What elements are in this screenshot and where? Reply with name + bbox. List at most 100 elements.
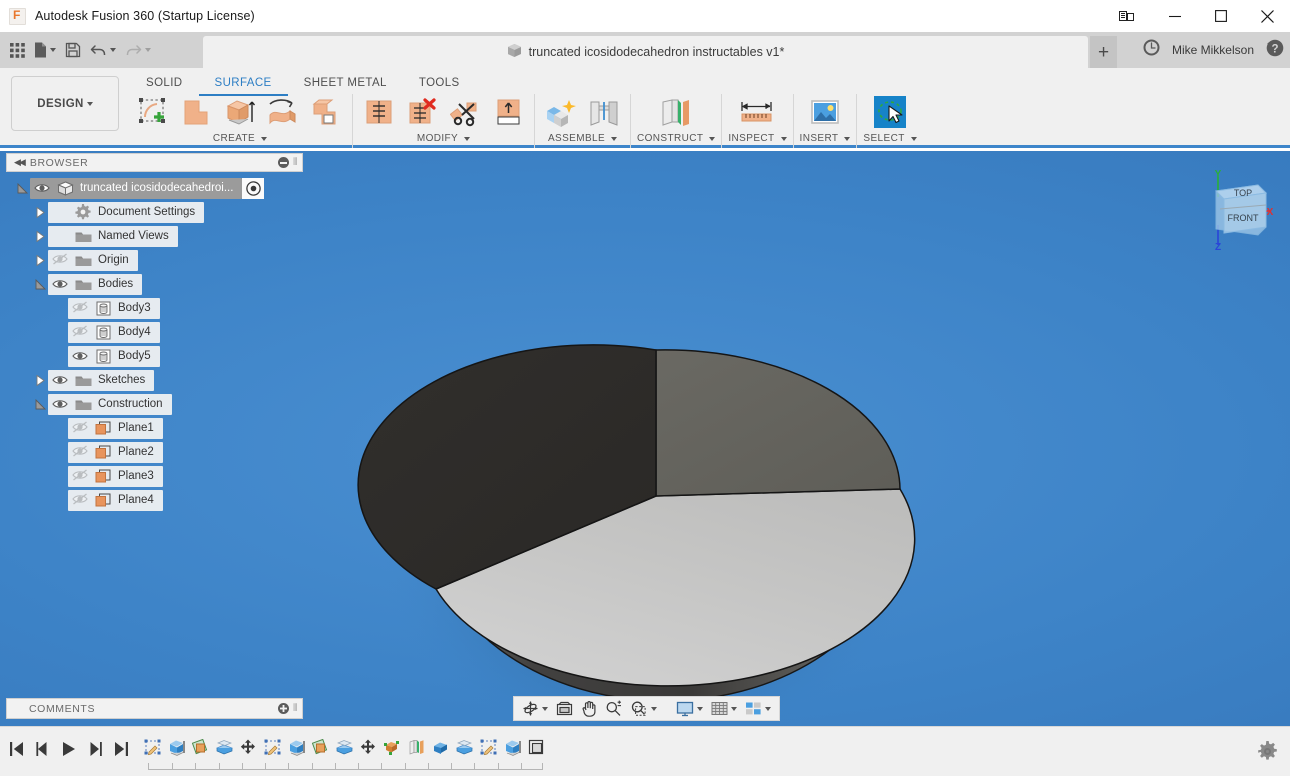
- visibility-off-icon[interactable]: [48, 252, 72, 269]
- document-tab[interactable]: truncated icosidodecahedron instructable…: [203, 36, 1088, 68]
- timeline-feature-12[interactable]: [404, 734, 428, 760]
- patch-icon[interactable]: [177, 95, 217, 131]
- browser-node-construction[interactable]: Construction: [6, 392, 303, 416]
- timeline-feature-2[interactable]: [164, 734, 188, 760]
- sweep-icon[interactable]: [306, 95, 346, 131]
- extrude-icon[interactable]: [220, 95, 260, 131]
- timeline-feature-5[interactable]: [236, 734, 260, 760]
- chevron-down-icon[interactable]: [697, 707, 703, 711]
- create-sketch-icon[interactable]: [134, 95, 174, 131]
- browser-node-document-settings[interactable]: Document Settings: [6, 200, 303, 224]
- resize-grip-icon[interactable]: ⦀: [293, 703, 298, 714]
- browser-node-plane3[interactable]: Plane3: [6, 464, 303, 488]
- insert-image-icon[interactable]: [805, 95, 845, 131]
- chevron-down-icon[interactable]: [651, 707, 657, 711]
- browser-node-row[interactable]: Plane4: [68, 490, 163, 511]
- browser-node-plane2[interactable]: Plane2: [6, 440, 303, 464]
- browser-node-body4[interactable]: Body4: [6, 320, 303, 344]
- browser-node-body5[interactable]: Body5: [6, 344, 303, 368]
- browser-node-plane4[interactable]: Plane4: [6, 488, 303, 512]
- visibility-on-icon[interactable]: [68, 349, 92, 363]
- chevron-down-icon[interactable]: [911, 137, 917, 141]
- browser-node-row[interactable]: Body4: [68, 322, 160, 343]
- maximize-button[interactable]: [1198, 0, 1244, 32]
- collapse-twisty-icon[interactable]: [14, 183, 30, 194]
- chevron-down-icon[interactable]: [844, 137, 850, 141]
- new-file-button[interactable]: [30, 36, 60, 64]
- trim-icon[interactable]: [445, 95, 485, 131]
- extend-icon[interactable]: [488, 95, 528, 131]
- tab-surface[interactable]: SURFACE: [199, 73, 288, 96]
- browser-node-row[interactable]: Body3: [68, 298, 160, 319]
- timeline-feature-10[interactable]: [356, 734, 380, 760]
- offset-plane-icon[interactable]: [656, 95, 696, 131]
- browser-node-body3[interactable]: Body3: [6, 296, 303, 320]
- select-cursor-icon[interactable]: [870, 95, 910, 131]
- visibility-off-icon[interactable]: [68, 324, 92, 341]
- timeline-feature-9[interactable]: [332, 734, 356, 760]
- visibility-off-icon[interactable]: [68, 300, 92, 317]
- collapse-twisty-icon[interactable]: [32, 279, 48, 290]
- visibility-off-icon[interactable]: [68, 444, 92, 461]
- browser-node-row[interactable]: Body5: [68, 346, 160, 367]
- double-left-arrow-icon[interactable]: ◀◀: [14, 157, 24, 168]
- redo-button[interactable]: [121, 36, 155, 64]
- tab-solid[interactable]: SOLID: [130, 73, 199, 96]
- chevron-down-icon[interactable]: [261, 137, 267, 141]
- timeline-feature-17[interactable]: [524, 734, 548, 760]
- timeline-feature-3[interactable]: [188, 734, 212, 760]
- browser-node-row[interactable]: Document Settings: [48, 202, 204, 223]
- tab-tools[interactable]: TOOLS: [403, 73, 476, 96]
- chevron-down-icon[interactable]: [765, 707, 771, 711]
- visibility-off-icon[interactable]: [68, 468, 92, 485]
- look-at-icon[interactable]: [553, 698, 576, 720]
- tab-sheet-metal[interactable]: SHEET METAL: [288, 73, 403, 96]
- browser-node-row[interactable]: Plane2: [68, 442, 163, 463]
- chevron-down-icon[interactable]: [781, 137, 787, 141]
- joint-icon[interactable]: [584, 95, 624, 131]
- browser-node-sketches[interactable]: Sketches: [6, 368, 303, 392]
- expand-twisty-icon[interactable]: [32, 255, 48, 266]
- help-question-icon[interactable]: ?: [1266, 39, 1284, 62]
- settings-gear-icon[interactable]: [1257, 741, 1278, 767]
- unstitch-icon[interactable]: [402, 95, 442, 131]
- zoom-window-icon[interactable]: [627, 698, 660, 720]
- visibility-on-icon[interactable]: [48, 277, 72, 291]
- browser-node-row[interactable]: Named Views: [48, 226, 178, 247]
- expand-twisty-icon[interactable]: [32, 231, 48, 242]
- pan-hand-icon[interactable]: [578, 698, 600, 720]
- timeline-feature-4[interactable]: [212, 734, 236, 760]
- timeline-feature-15[interactable]: [476, 734, 500, 760]
- activate-dot-icon[interactable]: [242, 178, 264, 199]
- clock-icon[interactable]: [1143, 39, 1160, 61]
- timeline-feature-11[interactable]: [380, 734, 404, 760]
- timeline-feature-16[interactable]: [500, 734, 524, 760]
- orbit-icon[interactable]: [519, 698, 551, 720]
- browser-node-row[interactable]: Sketches: [48, 370, 154, 391]
- timeline-feature-7[interactable]: [284, 734, 308, 760]
- user-name-label[interactable]: Mike Mikkelson: [1172, 43, 1254, 57]
- resize-grip-icon[interactable]: ⦀: [293, 157, 298, 168]
- visibility-off-icon[interactable]: [68, 420, 92, 437]
- measure-icon[interactable]: [737, 95, 777, 131]
- browser-node-origin[interactable]: Origin: [6, 248, 303, 272]
- chevron-down-icon[interactable]: [145, 48, 151, 52]
- revolve-icon[interactable]: [263, 95, 303, 131]
- timeline-feature-6[interactable]: [260, 734, 284, 760]
- chevron-down-icon[interactable]: [611, 137, 617, 141]
- browser-node-bodies[interactable]: Bodies: [6, 272, 303, 296]
- expand-twisty-icon[interactable]: [32, 375, 48, 386]
- timeline-step-forward[interactable]: [86, 739, 103, 759]
- timeline-feature-14[interactable]: [452, 734, 476, 760]
- view-cube[interactable]: Y Z X TOP FRONT: [1198, 165, 1276, 251]
- close-button[interactable]: [1244, 0, 1290, 32]
- comments-panel[interactable]: COMMENTS ⦀: [6, 698, 303, 719]
- zoom-magnifier-icon[interactable]: [602, 698, 625, 720]
- undo-button[interactable]: [86, 36, 120, 64]
- chevron-down-icon[interactable]: [731, 707, 737, 711]
- browser-node-row[interactable]: Origin: [48, 250, 138, 271]
- viewports-icon[interactable]: [742, 698, 774, 720]
- browser-node-row[interactable]: truncated icosidodecahedroi...: [30, 178, 242, 199]
- timeline-feature-1[interactable]: [140, 734, 164, 760]
- minimize-circle-icon[interactable]: [278, 157, 289, 168]
